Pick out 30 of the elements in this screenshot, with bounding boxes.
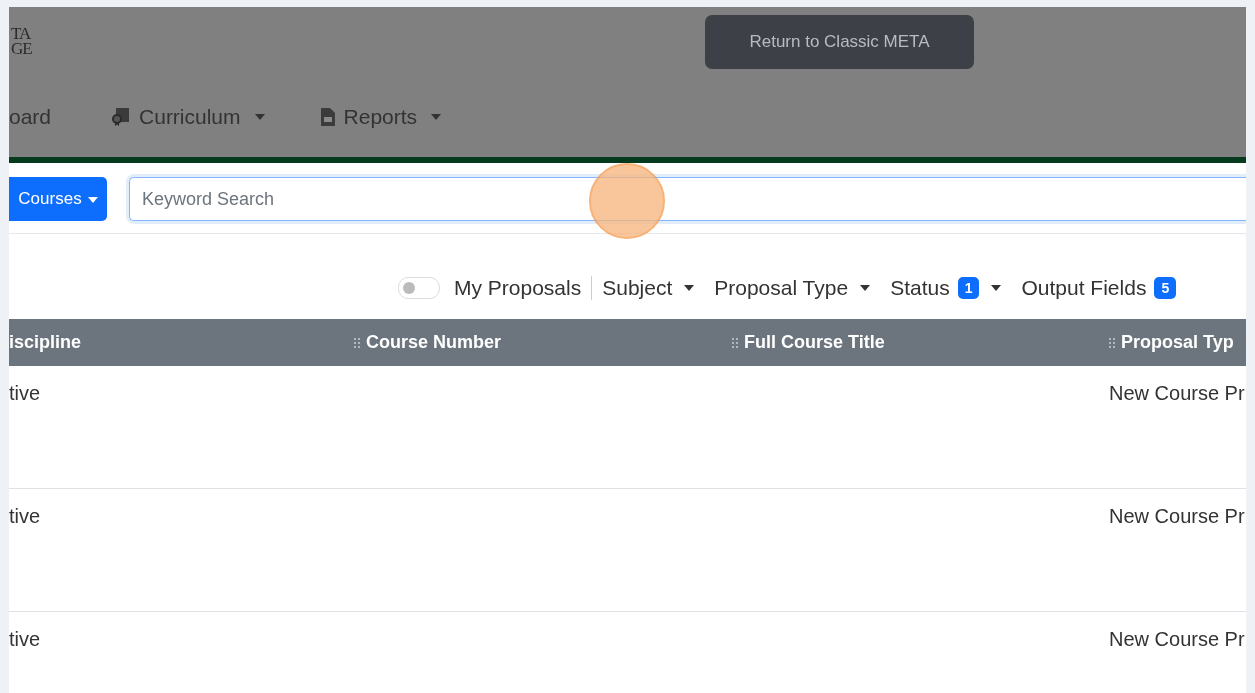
return-to-classic-button[interactable]: Return to Classic META (705, 15, 974, 69)
table-cell: New Course Pr (1109, 382, 1245, 404)
nav-menu-item[interactable]: Reports (319, 105, 442, 129)
filter-dropdown[interactable]: Status 1 (890, 276, 1002, 300)
logo-text: TA GE (10, 23, 33, 60)
caret-icon (860, 285, 871, 291)
filter-dropdown[interactable]: Subject (602, 276, 695, 300)
table-cell: New Course Pr (1109, 628, 1245, 650)
my-proposals-label: My Proposals (454, 276, 593, 300)
count-badge: 5 (1154, 277, 1177, 299)
caret-icon (684, 285, 695, 291)
column-header[interactable]: Proposal Typ (1109, 332, 1246, 353)
caret-icon (991, 285, 1002, 291)
nav-menu-item[interactable]: oard (9, 105, 52, 129)
filter-dropdown[interactable]: Proposal Type (714, 276, 871, 300)
table-cell: tive (9, 505, 41, 527)
keyword-search-field[interactable]: Keyword Search (129, 177, 1246, 221)
column-header[interactable]: Course Number (354, 332, 732, 353)
column-header[interactable]: iscipline (9, 332, 354, 353)
my-proposals-toggle[interactable] (398, 277, 440, 299)
count-badge: 1 (957, 277, 980, 299)
column-header[interactable]: Full Course Title (732, 332, 1109, 353)
table-cell: New Course Pr (1109, 505, 1245, 527)
table-cell: tive (9, 382, 41, 404)
nav-menu-item[interactable]: Curriculum (111, 105, 265, 129)
table-cell: tive (9, 628, 41, 650)
document-icon (319, 107, 336, 127)
certificate-icon (111, 107, 132, 127)
courses-dropdown-button[interactable]: Courses (9, 177, 107, 221)
filter-dropdown[interactable]: Output Fields 5 (1021, 276, 1177, 300)
